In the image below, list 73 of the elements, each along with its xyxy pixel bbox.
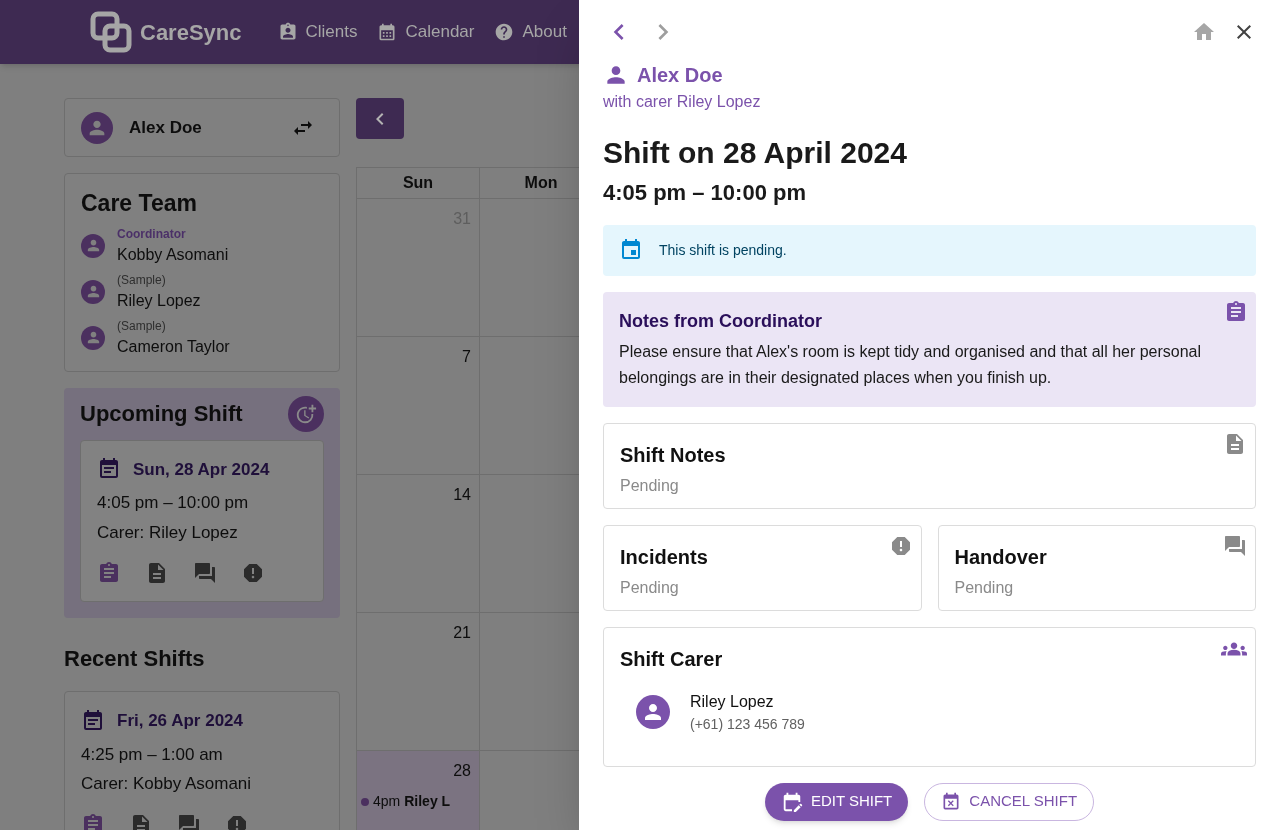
shift-card[interactable]: Fri, 26 Apr 2024 4:25 pm – 1:00 am Carer: Kobby Asomani [64,691,340,830]
shift-date: Sun, 28 Apr 2024 [133,458,270,481]
report-card[interactable]: Incidents Pending [603,524,922,611]
chat-icon [1223,533,1247,558]
member-role: (Sample) [117,317,167,335]
nav-link[interactable]: Clients [277,19,358,45]
member-role: (Sample) [117,271,167,289]
app-logo[interactable]: CareSync [140,15,242,49]
avatar [81,279,105,304]
notes-title: Notes from Coordinator [619,309,823,333]
card-title: Incidents [620,544,709,570]
member-name: Riley Lopez [117,290,201,311]
section-title: Recent Shifts [64,645,206,673]
shift-time: 4:05 pm – 10:00 pm [97,492,250,514]
card-status: Pending [620,475,680,496]
shift-notes-card[interactable]: Shift Notes Pending [603,422,1256,509]
clipboard-icon[interactable] [97,561,121,585]
member-role: Coordinator [117,225,187,243]
calendar-icon [377,22,398,42]
clipboard-icon [1224,299,1248,324]
calendar-event[interactable]: 4pm Riley L [361,791,451,812]
edit-shift-button[interactable]: EDIT SHIFT [764,782,909,821]
section-title: Upcoming Shift [80,400,243,428]
chat-icon[interactable] [177,812,201,830]
alert-text: This shift is pending. [659,240,787,260]
card-title: Shift Carer [620,646,724,672]
report-card[interactable]: Handover Pending [937,524,1256,611]
chat-icon[interactable] [193,561,217,585]
member-name: Kobby Asomani [117,244,229,265]
shift-carer: Carer: Riley Lopez [97,521,239,544]
nav-link[interactable]: Calendar [377,19,475,45]
day-cell[interactable]: 7 [357,337,480,475]
clipboard-icon[interactable] [81,812,105,830]
avatar [636,695,670,729]
day-cell[interactable]: 28 4pm Riley L [357,751,480,830]
shift-card[interactable]: Sun, 28 Apr 2024 4:05 pm – 10:00 pm Carer: Riley Lopez [80,439,324,602]
alert-icon[interactable] [241,561,265,585]
day-cell[interactable]: 14 [357,475,480,613]
help-icon [494,22,515,42]
client-name[interactable]: Alex Doe [637,60,723,90]
day-number: 21 [453,623,471,643]
day-number: 28 [453,761,471,781]
client-name: Alex Doe [129,116,203,139]
weekday-header: Sun [357,168,480,199]
carer-subtitle: with carer Riley Lopez [603,92,762,112]
card-status: Pending [620,577,680,598]
nav-link[interactable]: About [494,19,567,45]
shift-carer: Carer: Kobby Asomani [81,773,253,795]
carer-name: Riley Lopez [690,691,775,712]
card-status: Pending [954,577,1015,598]
calendar-icon [619,238,643,262]
previous-month-button[interactable] [356,98,404,139]
logo-icon [90,11,132,53]
day-number: 7 [462,347,471,367]
add-shift-button[interactable] [288,395,324,432]
calendar-icon [81,708,105,733]
calendar-x-icon [941,791,962,812]
card-title: Handover [954,544,1048,570]
avatar [81,111,113,144]
shift-date: Fri, 26 Apr 2024 [117,710,243,732]
clock-plus-icon [295,402,317,425]
notes-text: Please ensure that Alex's room is kept tidy and organised and that all her personal belongings are in their designated places when you finish up. [619,341,1203,388]
day-number: 14 [453,485,471,505]
member-name: Cameron Taylor [117,336,230,357]
carer-phone: (+61) 123 456 789 [690,714,805,734]
avatar [81,233,105,258]
client-selector[interactable]: Alex Doe [64,98,340,157]
avatar [81,325,105,350]
card-title: Shift Notes [620,442,727,468]
shift-time: 4:05 pm – 10:00 pm [603,178,807,207]
section-title: Care Team [81,189,198,218]
shift-title: Shift on 28 April 2024 [603,135,908,171]
shift-time: 4:25 pm – 1:00 am [81,743,224,766]
